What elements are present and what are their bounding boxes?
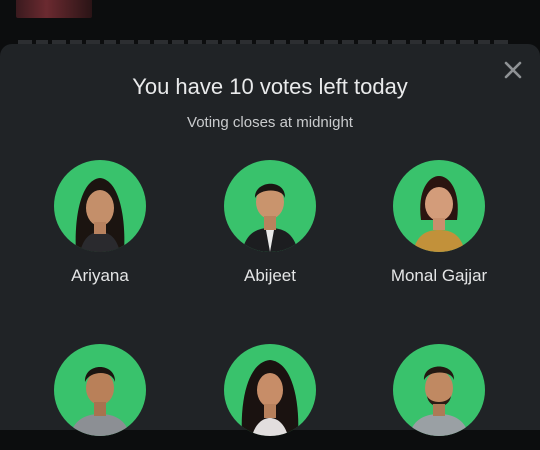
contestant-avatar (393, 344, 485, 436)
modal-subtitle: Voting closes at midnight (187, 114, 353, 131)
contestant-avatar (54, 160, 146, 252)
voting-modal: You have 10 votes left today Voting clos… (0, 44, 540, 436)
contestant-card-monal-gajjar[interactable]: Monal Gajjar (359, 160, 519, 286)
contestant-avatar (224, 344, 316, 436)
contestant-name: Monal Gajjar (390, 266, 488, 285)
contestant-avatar (224, 160, 316, 252)
contestant-name: Abijeet (244, 266, 296, 285)
contestant-card[interactable] (190, 344, 350, 450)
background-thumbnail (16, 0, 92, 18)
contestant-card-ariyana[interactable]: Ariyana (20, 160, 180, 286)
modal-title: You have 10 votes left today (132, 74, 408, 99)
contestant-avatar (393, 160, 485, 252)
contestant-card[interactable] (20, 344, 180, 450)
contestant-avatar (54, 344, 146, 436)
contestant-card-abijeet[interactable]: Abijeet (190, 160, 350, 286)
contestant-card[interactable] (359, 344, 519, 450)
contestant-name: Ariyana (71, 266, 129, 285)
